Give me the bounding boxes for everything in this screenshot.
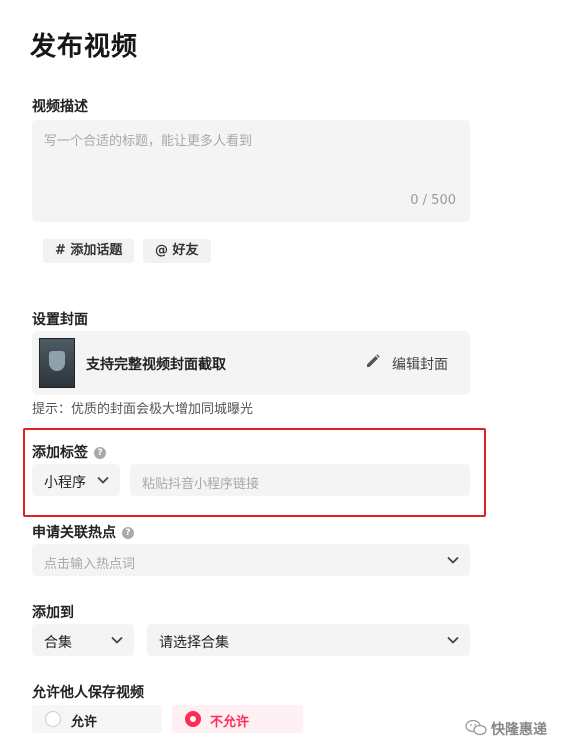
add-to-type-value: 合集 — [44, 635, 72, 651]
edit-cover-label: 编辑封面 — [392, 357, 448, 373]
page-title: 发布视频 — [30, 32, 139, 62]
chevron-down-icon — [447, 556, 459, 564]
collection-placeholder: 请选择合集 — [159, 635, 229, 651]
mention-friend-button[interactable]: @ 好友 — [143, 239, 211, 263]
watermark-text: 快隆惠递 — [491, 722, 547, 738]
thumbnail-shield-icon — [49, 351, 65, 371]
hotspot-label: 申请关联热点? — [32, 522, 134, 542]
add-to-label: 添加到 — [32, 605, 74, 621]
tag-type-select[interactable]: 小程序 — [32, 464, 120, 496]
radio-unchecked-icon — [45, 711, 61, 727]
cover-thumbnail[interactable] — [39, 338, 75, 388]
tag-type-value: 小程序 — [44, 475, 86, 491]
save-permission-label: 允许他人保存视频 — [32, 685, 144, 701]
radio-allow[interactable]: 允许 — [32, 705, 162, 733]
radio-checked-icon — [185, 711, 201, 727]
description-label: 视频描述 — [32, 99, 88, 115]
help-icon[interactable]: ? — [94, 447, 106, 459]
help-icon[interactable]: ? — [122, 527, 134, 539]
add-topic-button[interactable]: # 添加话题 — [43, 239, 135, 263]
tag-label: 添加标签? — [32, 442, 106, 462]
add-to-type-select[interactable]: 合集 — [32, 624, 134, 656]
hotspot-label-text: 申请关联热点 — [32, 525, 116, 541]
pencil-icon — [367, 354, 380, 367]
radio-disallow-label: 不允许 — [210, 715, 250, 730]
radio-disallow[interactable]: 不允许 — [172, 705, 303, 733]
tag-label-text: 添加标签 — [32, 445, 88, 461]
cover-panel: 支持完整视频封面截取 编辑封面 — [32, 331, 470, 395]
description-textarea[interactable]: 写一个合适的标题，能让更多人看到 0 / 500 — [32, 120, 470, 222]
description-counter: 0 / 500 — [410, 193, 456, 208]
hotspot-placeholder: 点击输入热点词 — [44, 557, 136, 572]
cover-hint: 提示：优质的封面会极大增加同城曝光 — [32, 402, 254, 417]
hotspot-select[interactable]: 点击输入热点词 — [32, 544, 470, 576]
chevron-down-icon — [447, 636, 459, 644]
chevron-down-icon — [111, 636, 123, 644]
description-placeholder: 写一个合适的标题，能让更多人看到 — [44, 134, 253, 149]
mini-program-link-placeholder: 粘贴抖音小程序链接 — [142, 477, 260, 492]
radio-allow-label: 允许 — [71, 715, 98, 730]
collection-select[interactable]: 请选择合集 — [147, 624, 470, 656]
chevron-down-icon — [97, 476, 109, 484]
cover-caption: 支持完整视频封面截取 — [86, 357, 226, 373]
mini-program-link-input[interactable]: 粘贴抖音小程序链接 — [130, 464, 470, 496]
wechat-icon — [465, 719, 487, 736]
cover-label: 设置封面 — [32, 312, 88, 328]
